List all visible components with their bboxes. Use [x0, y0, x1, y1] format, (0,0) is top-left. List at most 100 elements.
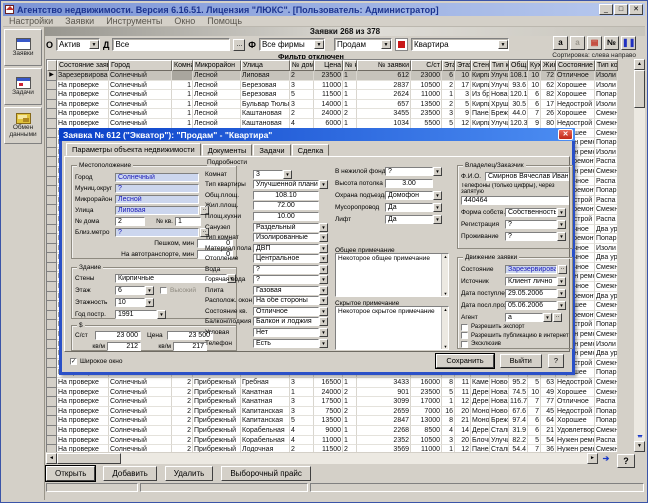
field-value[interactable]: Изолированные [253, 233, 319, 242]
row-selector[interactable] [47, 330, 57, 340]
field-value[interactable]: Лесной [115, 195, 199, 204]
table-row[interactable]: На проверкеСолнечный2ПрибрежныйКорабельн… [47, 436, 618, 446]
help-button[interactable]: ? [617, 454, 635, 468]
note-scrollbar[interactable] [441, 254, 448, 296]
field-value[interactable]: Балкон и лоджия [253, 317, 319, 326]
number-button[interactable]: № [604, 36, 619, 50]
chevron-down-icon[interactable]: ▼ [283, 170, 292, 179]
row-selector[interactable] [47, 138, 57, 148]
row-selector[interactable] [47, 167, 57, 177]
exit-button[interactable]: Выйти [500, 354, 542, 368]
chevron-down-icon[interactable]: ▼ [319, 275, 328, 284]
row-selector[interactable] [47, 272, 57, 282]
field-value[interactable]: 1991 [115, 310, 157, 319]
fio-field[interactable]: Смирнов Вячеслав Иванович [485, 172, 569, 181]
chevron-down-icon[interactable]: ▼ [319, 233, 328, 242]
field-value[interactable]: а [505, 313, 543, 322]
chevron-down-icon[interactable]: ▼ [319, 286, 328, 295]
price-book-button[interactable]: ▤ [587, 36, 602, 50]
row-selector[interactable] [47, 186, 57, 196]
column-header[interactable]: Этаж [442, 60, 455, 71]
field-value[interactable]: Солнечный [115, 173, 199, 182]
table-row[interactable]: На проверкеСолнечный2ПрибрежныйКапитанск… [47, 416, 618, 426]
row-selector[interactable] [47, 301, 57, 311]
chevron-down-icon[interactable]: ▼ [145, 286, 154, 295]
chevron-down-icon[interactable]: ▼ [319, 244, 328, 253]
column-header[interactable]: Стены [471, 60, 490, 71]
chevron-down-icon[interactable]: ▼ [319, 328, 328, 337]
field-value[interactable]: Центральное [253, 254, 319, 263]
chevron-down-icon[interactable]: ▼ [543, 313, 552, 322]
scroll-down-icon[interactable]: ▼ [634, 441, 645, 452]
dialog-help-button[interactable]: ? [548, 354, 564, 368]
chevron-down-icon[interactable]: ▼ [498, 40, 508, 49]
field-value[interactable]: 29.05.2006 [505, 289, 557, 298]
row-selector[interactable] [47, 426, 57, 436]
chevron-down-icon[interactable]: ▼ [557, 220, 566, 229]
horizontal-scrollbar[interactable]: ◄ ► [46, 453, 598, 464]
chevron-down-icon[interactable]: ▼ [319, 317, 328, 326]
column-header[interactable]: № дома [290, 60, 314, 71]
column-header[interactable]: № заявки [357, 60, 411, 71]
column-header[interactable]: Жил. [541, 60, 556, 71]
note-text[interactable]: Некоторое скрытое примечание [335, 306, 449, 350]
row-selector[interactable] [47, 244, 57, 254]
tab-2[interactable]: Документы [202, 144, 253, 156]
chevron-down-icon[interactable]: ▼ [319, 339, 328, 348]
field-value[interactable]: ? [253, 265, 319, 274]
chevron-down-icon[interactable]: ▼ [319, 296, 328, 305]
field-value[interactable]: Раздельный [253, 223, 319, 232]
chevron-down-icon[interactable]: ▼ [381, 40, 391, 49]
row-selector[interactable] [47, 205, 57, 215]
sst-per-sqm-field[interactable]: 212 [107, 342, 141, 351]
row-selector[interactable] [47, 349, 57, 359]
row-selector[interactable] [47, 407, 57, 417]
table-row[interactable]: На проверкеСолнечный2ПрибрежныйКанатная3… [47, 397, 618, 407]
row-selector[interactable] [47, 292, 57, 302]
table-row[interactable]: На проверкеСолнечный2ПрибрежныйГребная31… [47, 378, 618, 388]
field-value[interactable]: Клиент лично [505, 277, 557, 286]
column-header[interactable]: Состояние заявки [57, 60, 109, 71]
row-selector[interactable] [47, 416, 57, 426]
row-selector[interactable] [47, 215, 57, 225]
field-value[interactable]: 3.00 [385, 179, 433, 188]
movement-checkbox[interactable]: Эксклюзив [461, 340, 569, 349]
chevron-down-icon[interactable]: ▼ [319, 180, 328, 189]
chevron-down-icon[interactable]: ▼ [433, 191, 442, 200]
column-header[interactable]: Комнат [172, 60, 193, 71]
browse-button[interactable]: .. [558, 265, 567, 274]
chevron-down-icon[interactable]: ▼ [89, 40, 99, 49]
row-selector[interactable] [47, 436, 57, 446]
field-value[interactable]: Домофон [385, 191, 433, 200]
field-value[interactable]: На обе стороны [253, 296, 319, 305]
row-selector[interactable] [47, 234, 57, 244]
maximize-button[interactable]: □ [614, 4, 628, 15]
vscroll-thumb[interactable] [634, 70, 645, 108]
checkbox-icon[interactable] [461, 332, 468, 339]
field-value[interactable]: ? [385, 167, 433, 176]
chevron-down-icon[interactable]: ▼ [314, 40, 324, 49]
column-header[interactable]: № кв. [343, 60, 357, 71]
minimize-button[interactable]: _ [599, 4, 613, 15]
column-header[interactable]: Микрорайон [193, 60, 241, 71]
row-selector[interactable] [47, 263, 57, 273]
wide-window-checkbox[interactable]: ✓ Широкое окно [70, 358, 122, 365]
table-row[interactable]: На проверкеСолнечный2ПрибрежныйЛодочная2… [47, 445, 618, 452]
font-a-disabled-button[interactable]: а [570, 36, 585, 50]
field-value[interactable]: 6 [115, 286, 145, 295]
object-type-combo[interactable]: Квартира ▼ [411, 38, 509, 51]
column-header[interactable]: Улица [241, 60, 290, 71]
browse-button[interactable]: .. [553, 313, 562, 322]
row-selector[interactable] [47, 81, 57, 91]
row-selector[interactable] [47, 225, 57, 235]
field-value[interactable]: Да [385, 203, 433, 212]
sidebar-item[interactable]: Обмен данными [4, 107, 42, 144]
field-value[interactable]: ? [115, 184, 199, 193]
scroll-left-icon[interactable]: ◄ [46, 453, 57, 464]
table-row[interactable]: ▶ЗарезервированоСолнечныйЛеснойЛиповая22… [47, 71, 618, 81]
column-header[interactable]: Кух. [528, 60, 541, 71]
deal-type-combo[interactable]: Продам ▼ [334, 38, 392, 51]
field-value[interactable]: ? [115, 228, 199, 237]
row-selector[interactable] [47, 129, 57, 139]
table-row[interactable]: На проверкеСолнечный1ЛеснойБерезовая5115… [47, 90, 618, 100]
